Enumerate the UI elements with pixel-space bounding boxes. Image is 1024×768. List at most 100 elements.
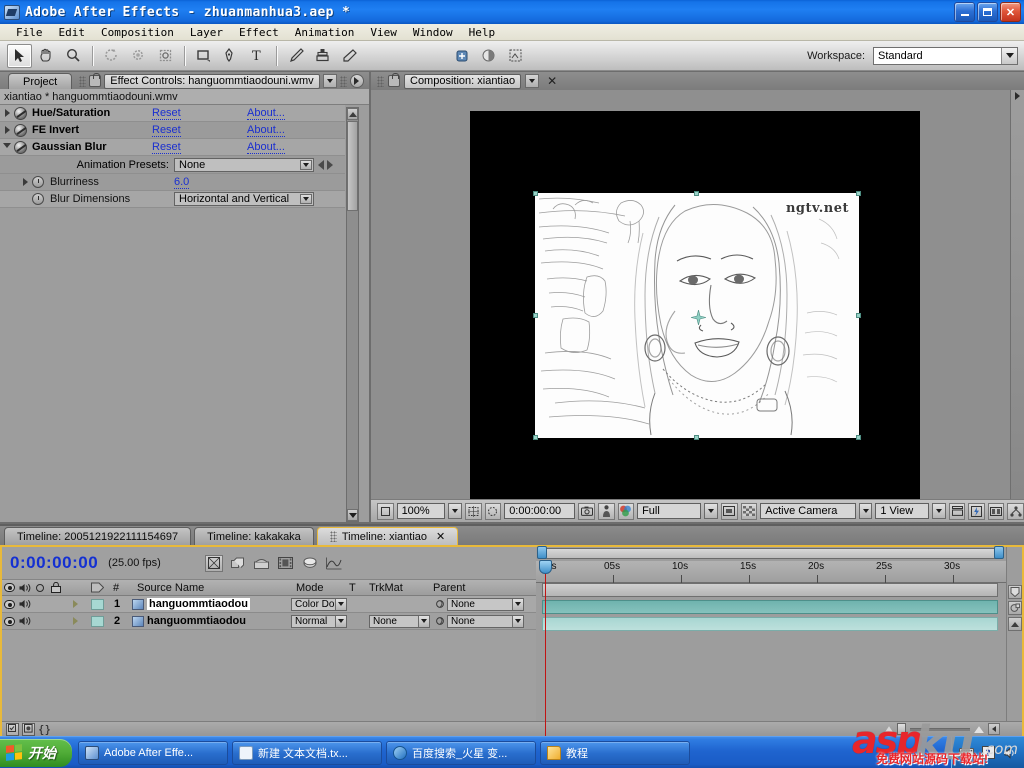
- safe-zones-icon[interactable]: [465, 502, 482, 520]
- selection-handle-mr[interactable]: [856, 313, 861, 318]
- scroll-down-button[interactable]: [347, 509, 358, 521]
- selection-handle-ml[interactable]: [533, 313, 538, 318]
- magnification-value[interactable]: 100%: [396, 503, 446, 519]
- effect-row-gaussian-blur[interactable]: Gaussian Blur Reset About...: [0, 139, 345, 156]
- tab-timeline-1[interactable]: Timeline: 2005121922111154697: [4, 527, 192, 545]
- composition-stage[interactable]: ngtv.net: [371, 90, 1024, 499]
- time-ruler[interactable]: 0s 05s 10s 15s 20s 25s 30s: [536, 561, 1006, 583]
- stopwatch-icon[interactable]: [32, 193, 44, 205]
- fast-previews-icon[interactable]: [968, 502, 985, 520]
- help-icon[interactable]: ?: [980, 746, 996, 760]
- eraser-tool-icon[interactable]: [337, 44, 362, 68]
- transparency-grid-icon[interactable]: [740, 502, 758, 520]
- channel-rgb-icon[interactable]: [617, 502, 635, 520]
- taskbar-item-notepad[interactable]: 新建 文本文档.tx...: [232, 740, 382, 765]
- menu-file[interactable]: File: [8, 25, 51, 40]
- camera-view-value[interactable]: Active Camera: [760, 503, 856, 519]
- layer-source-name[interactable]: hanguommtiaodou: [147, 615, 246, 627]
- chevron-down-icon[interactable]: [512, 598, 523, 610]
- effect-controls-scrollbar[interactable]: [346, 107, 359, 522]
- volume-icon[interactable]: [1002, 746, 1018, 760]
- hide-shy-layers-icon[interactable]: [229, 555, 247, 572]
- maximize-button[interactable]: [977, 2, 998, 22]
- current-time-indicator[interactable]: [539, 560, 552, 736]
- enable-frame-blending-icon[interactable]: [253, 555, 271, 572]
- work-area-range[interactable]: [542, 548, 998, 559]
- rectangle-mask-tool-icon[interactable]: [191, 44, 216, 68]
- scroll-up-button[interactable]: [347, 108, 358, 120]
- enable-motion-blur-icon[interactable]: [277, 555, 295, 572]
- camera-orbit-tool-icon[interactable]: [126, 44, 151, 68]
- lock-column-icon[interactable]: [47, 582, 64, 593]
- disclosure-triangle-icon[interactable]: [0, 142, 14, 152]
- hand-tool-icon[interactable]: [34, 44, 59, 68]
- composition-menu-button[interactable]: [525, 74, 540, 88]
- selection-handle-bc[interactable]: [694, 435, 699, 440]
- column-mode[interactable]: Mode: [291, 582, 349, 594]
- layer-parent-select[interactable]: None: [447, 597, 524, 611]
- chevron-down-icon[interactable]: [300, 159, 312, 170]
- tab-timeline-2[interactable]: Timeline: kakakaka: [194, 527, 314, 545]
- timeline-scroll-left-button[interactable]: [988, 723, 1000, 735]
- selection-handle-tl[interactable]: [533, 191, 538, 196]
- layer-bar-2[interactable]: [542, 617, 998, 631]
- menu-edit[interactable]: Edit: [51, 25, 94, 40]
- selection-handle-br[interactable]: [856, 435, 861, 440]
- about-link[interactable]: About...: [247, 124, 285, 137]
- eye-icon[interactable]: [4, 616, 15, 626]
- panel-grip-icon[interactable]: [79, 75, 87, 87]
- parent-pickwhip-icon[interactable]: [433, 616, 447, 626]
- effect-row-fe-invert[interactable]: FE Invert Reset About...: [0, 122, 345, 139]
- panel-grip2-icon[interactable]: [339, 75, 347, 87]
- work-area-strip[interactable]: [542, 583, 998, 597]
- close-icon[interactable]: ✕: [436, 530, 445, 543]
- eye-icon[interactable]: [4, 599, 15, 609]
- layer-disclosure-icon[interactable]: [64, 617, 86, 625]
- tab-project[interactable]: Project: [8, 73, 73, 89]
- preset-next-icon[interactable]: [327, 159, 333, 170]
- start-button[interactable]: 开始: [0, 738, 72, 767]
- timeline-toggle-icon[interactable]: [987, 502, 1005, 520]
- column-source-name[interactable]: Source Name: [132, 582, 291, 594]
- layer-label-color[interactable]: [86, 598, 108, 610]
- disclosure-triangle-icon[interactable]: [0, 109, 14, 117]
- brainstorm-icon[interactable]: [301, 555, 319, 572]
- region-of-interest-icon[interactable]: [721, 502, 738, 520]
- layer-mode-select[interactable]: Normal: [291, 614, 347, 628]
- tab-timeline-xiantiao[interactable]: Timeline: xiantiao ✕: [316, 527, 459, 545]
- property-row-blurriness[interactable]: Blurriness 6.0: [0, 174, 345, 191]
- selection-handle-tr[interactable]: [856, 191, 861, 196]
- work-area-end-handle[interactable]: [994, 546, 1004, 559]
- tab-composition-xiantiao[interactable]: Composition: xiantiao: [404, 73, 522, 89]
- current-time-indicator-head[interactable]: [539, 560, 552, 574]
- menu-view[interactable]: View: [362, 25, 405, 40]
- toggle-switches-modes-icon[interactable]: [6, 722, 19, 736]
- clone-stamp-tool-icon[interactable]: [310, 44, 335, 68]
- keyboard-icon[interactable]: [958, 746, 974, 760]
- zoom-tool-icon[interactable]: [61, 44, 86, 68]
- expression-icon[interactable]: {}: [38, 723, 51, 736]
- workspace-select[interactable]: Standard: [873, 46, 1018, 65]
- zoom-in-icon[interactable]: [974, 725, 984, 733]
- layer-source-name[interactable]: hanguommtiaodou: [147, 598, 250, 610]
- lock-icon[interactable]: [388, 73, 400, 87]
- eye-icon[interactable]: [4, 583, 15, 592]
- layer-mode-select[interactable]: Color Do: [291, 597, 347, 611]
- parent-pickwhip-icon[interactable]: [433, 599, 447, 609]
- switches-modes-icon[interactable]: [22, 722, 35, 736]
- zoom-out-icon[interactable]: [885, 726, 893, 732]
- blur-dimensions-select[interactable]: Horizontal and Vertical: [174, 192, 314, 206]
- reset-link[interactable]: Reset: [152, 124, 181, 137]
- snapshot-camera-icon[interactable]: [578, 502, 595, 520]
- snapshot-icon[interactable]: [503, 44, 528, 68]
- magnification-reset-icon[interactable]: [377, 502, 394, 520]
- chevron-down-icon[interactable]: [300, 194, 312, 204]
- timeline-current-time[interactable]: 0:00:00:00: [10, 553, 98, 573]
- disclosure-triangle-icon[interactable]: [0, 126, 14, 134]
- draft-3d-icon[interactable]: [204, 554, 223, 572]
- show-snapshot-icon[interactable]: [597, 502, 615, 520]
- selection-tool-icon[interactable]: [7, 43, 32, 68]
- comp-marker-icon[interactable]: [1008, 585, 1022, 599]
- animation-presets-select[interactable]: None: [174, 157, 314, 172]
- expand-icon[interactable]: [1015, 92, 1020, 100]
